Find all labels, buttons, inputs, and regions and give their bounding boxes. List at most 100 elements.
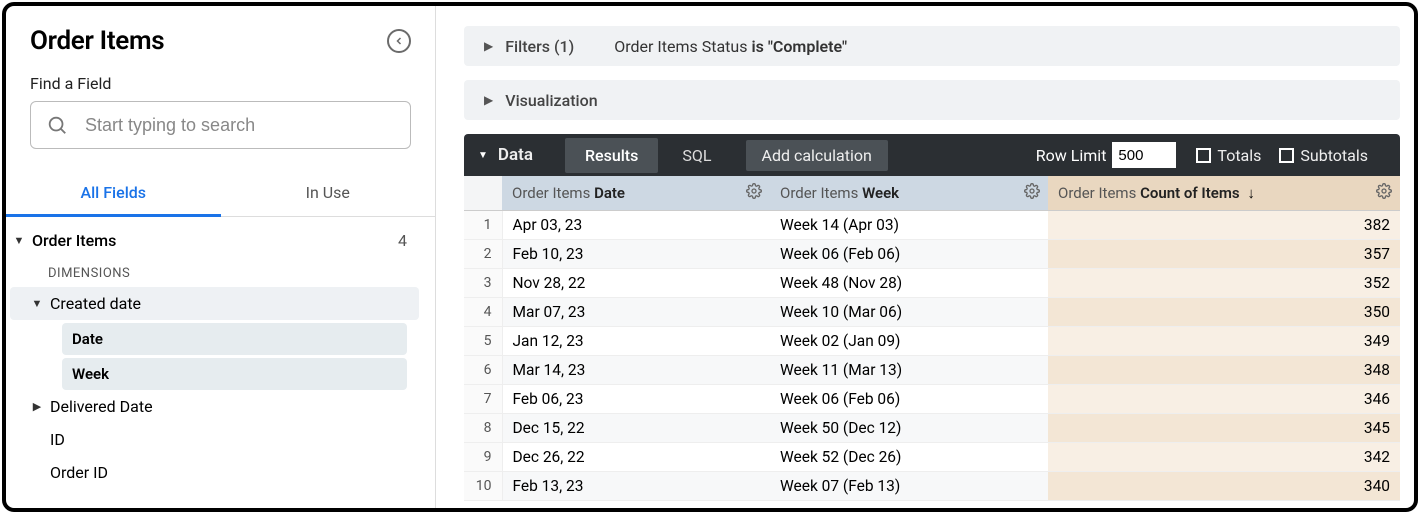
subtotals-checkbox[interactable]: Subtotals (1279, 146, 1368, 165)
gear-icon[interactable] (1376, 183, 1392, 203)
cell-date: Dec 26, 22 (502, 443, 770, 472)
cell-week: Week 11 (Mar 13) (770, 356, 1048, 385)
chevron-left-icon (393, 35, 405, 47)
cell-date: Mar 07, 23 (502, 298, 770, 327)
filters-summary-prefix: Order Items Status (614, 37, 747, 56)
tab-results[interactable]: Results (565, 138, 658, 173)
row-number: 4 (464, 298, 502, 327)
caret-right-icon: ▶ (484, 93, 493, 107)
results-table: Order Items Date Order Items Week (464, 176, 1400, 501)
totals-label: Totals (1217, 146, 1261, 165)
sidebar-title: Order Items (30, 26, 164, 56)
checkbox-icon (1196, 148, 1211, 163)
find-field-label: Find a Field (30, 74, 411, 93)
table-row[interactable]: 5Jan 12, 23Week 02 (Jan 09)349 (464, 327, 1400, 356)
table-row[interactable]: 2Feb 10, 23Week 06 (Feb 06)357 (464, 240, 1400, 269)
data-bar: ▼ Data Results SQL Add calculation Row L… (464, 134, 1400, 176)
dimensions-section-label: DIMENSIONS (10, 256, 419, 287)
row-number: 1 (464, 211, 502, 240)
table-row[interactable]: 10Feb 13, 23Week 07 (Feb 13)340 (464, 472, 1400, 501)
dimension-delivered-date[interactable]: ▶ Delivered Date (10, 390, 419, 423)
gear-icon[interactable] (1024, 183, 1040, 203)
cell-count: 346 (1048, 385, 1400, 414)
search-input[interactable] (30, 101, 411, 149)
group-order-items-count: 4 (398, 231, 407, 250)
cell-week: Week 14 (Apr 03) (770, 211, 1048, 240)
dimension-created-date-week[interactable]: Week (62, 358, 407, 390)
cell-count: 345 (1048, 414, 1400, 443)
cell-count: 349 (1048, 327, 1400, 356)
cell-count: 382 (1048, 211, 1400, 240)
column-header-date[interactable]: Order Items Date (502, 176, 770, 211)
table-row[interactable]: 7Feb 06, 23Week 06 (Feb 06)346 (464, 385, 1400, 414)
table-row[interactable]: 6Mar 14, 23Week 11 (Mar 13)348 (464, 356, 1400, 385)
table-row[interactable]: 1Apr 03, 23Week 14 (Apr 03)382 (464, 211, 1400, 240)
totals-checkbox[interactable]: Totals (1196, 146, 1261, 165)
group-order-items[interactable]: ▼ Order Items 4 (10, 223, 419, 256)
caret-down-icon: ▼ (30, 297, 44, 310)
cell-week: Week 50 (Dec 12) (770, 414, 1048, 443)
row-number: 9 (464, 443, 502, 472)
cell-week: Week 02 (Jan 09) (770, 327, 1048, 356)
cell-week: Week 07 (Feb 13) (770, 472, 1048, 501)
cell-date: Apr 03, 23 (502, 211, 770, 240)
dimension-id[interactable]: ID (10, 423, 419, 456)
add-calculation-button[interactable]: Add calculation (746, 140, 888, 171)
table-row[interactable]: 9Dec 26, 22Week 52 (Dec 26)342 (464, 443, 1400, 472)
row-number: 2 (464, 240, 502, 269)
filters-summary-value: is "Complete" (751, 37, 847, 56)
gear-icon[interactable] (746, 183, 762, 203)
cell-count: 350 (1048, 298, 1400, 327)
visualization-label: Visualization (505, 91, 597, 110)
table-row[interactable]: 8Dec 15, 22Week 50 (Dec 12)345 (464, 414, 1400, 443)
caret-down-icon[interactable]: ▼ (478, 150, 488, 161)
cell-count: 342 (1048, 443, 1400, 472)
row-limit-input[interactable] (1112, 142, 1176, 168)
caret-right-icon: ▶ (484, 39, 493, 53)
dimension-created-date-label: Created date (50, 294, 141, 313)
table-row[interactable]: 4Mar 07, 23Week 10 (Mar 06)350 (464, 298, 1400, 327)
cell-week: Week 48 (Nov 28) (770, 269, 1048, 298)
group-order-items-label: Order Items (32, 231, 116, 250)
filters-panel[interactable]: ▶ Filters (1) Order Items Status is "Com… (464, 26, 1400, 66)
cell-count: 357 (1048, 240, 1400, 269)
row-number-header (464, 176, 502, 211)
cell-week: Week 52 (Dec 26) (770, 443, 1048, 472)
data-label[interactable]: Data (498, 145, 533, 165)
dimension-order-id[interactable]: Order ID (10, 456, 419, 489)
cell-date: Feb 13, 23 (502, 472, 770, 501)
row-number: 3 (464, 269, 502, 298)
cell-date: Dec 15, 22 (502, 414, 770, 443)
row-number: 6 (464, 356, 502, 385)
filters-count: (1) (554, 37, 574, 56)
cell-count: 340 (1048, 472, 1400, 501)
caret-down-icon: ▼ (12, 234, 26, 247)
column-header-week[interactable]: Order Items Week (770, 176, 1048, 211)
row-number: 7 (464, 385, 502, 414)
column-header-count[interactable]: Order Items Count of Items ↓ (1048, 176, 1400, 211)
cell-date: Nov 28, 22 (502, 269, 770, 298)
visualization-panel[interactable]: ▶ Visualization (464, 80, 1400, 120)
cell-count: 348 (1048, 356, 1400, 385)
cell-week: Week 10 (Mar 06) (770, 298, 1048, 327)
sort-desc-icon: ↓ (1247, 184, 1255, 202)
cell-count: 352 (1048, 269, 1400, 298)
table-row[interactable]: 3Nov 28, 22Week 48 (Nov 28)352 (464, 269, 1400, 298)
tab-sql[interactable]: SQL (662, 138, 731, 173)
row-limit-label: Row Limit (1036, 146, 1107, 165)
dimension-delivered-date-label: Delivered Date (50, 397, 153, 416)
filters-label: Filters (505, 37, 550, 56)
tab-in-use[interactable]: In Use (221, 171, 436, 216)
row-number: 8 (464, 414, 502, 443)
caret-right-icon: ▶ (30, 400, 44, 413)
dimension-created-date[interactable]: ▼ Created date (10, 287, 419, 320)
cell-date: Feb 10, 23 (502, 240, 770, 269)
row-number: 5 (464, 327, 502, 356)
dimension-created-date-date[interactable]: Date (62, 323, 407, 355)
row-number: 10 (464, 472, 502, 501)
collapse-sidebar-button[interactable] (387, 29, 411, 53)
tab-all-fields[interactable]: All Fields (6, 171, 221, 216)
cell-week: Week 06 (Feb 06) (770, 385, 1048, 414)
cell-week: Week 06 (Feb 06) (770, 240, 1048, 269)
checkbox-icon (1279, 148, 1294, 163)
